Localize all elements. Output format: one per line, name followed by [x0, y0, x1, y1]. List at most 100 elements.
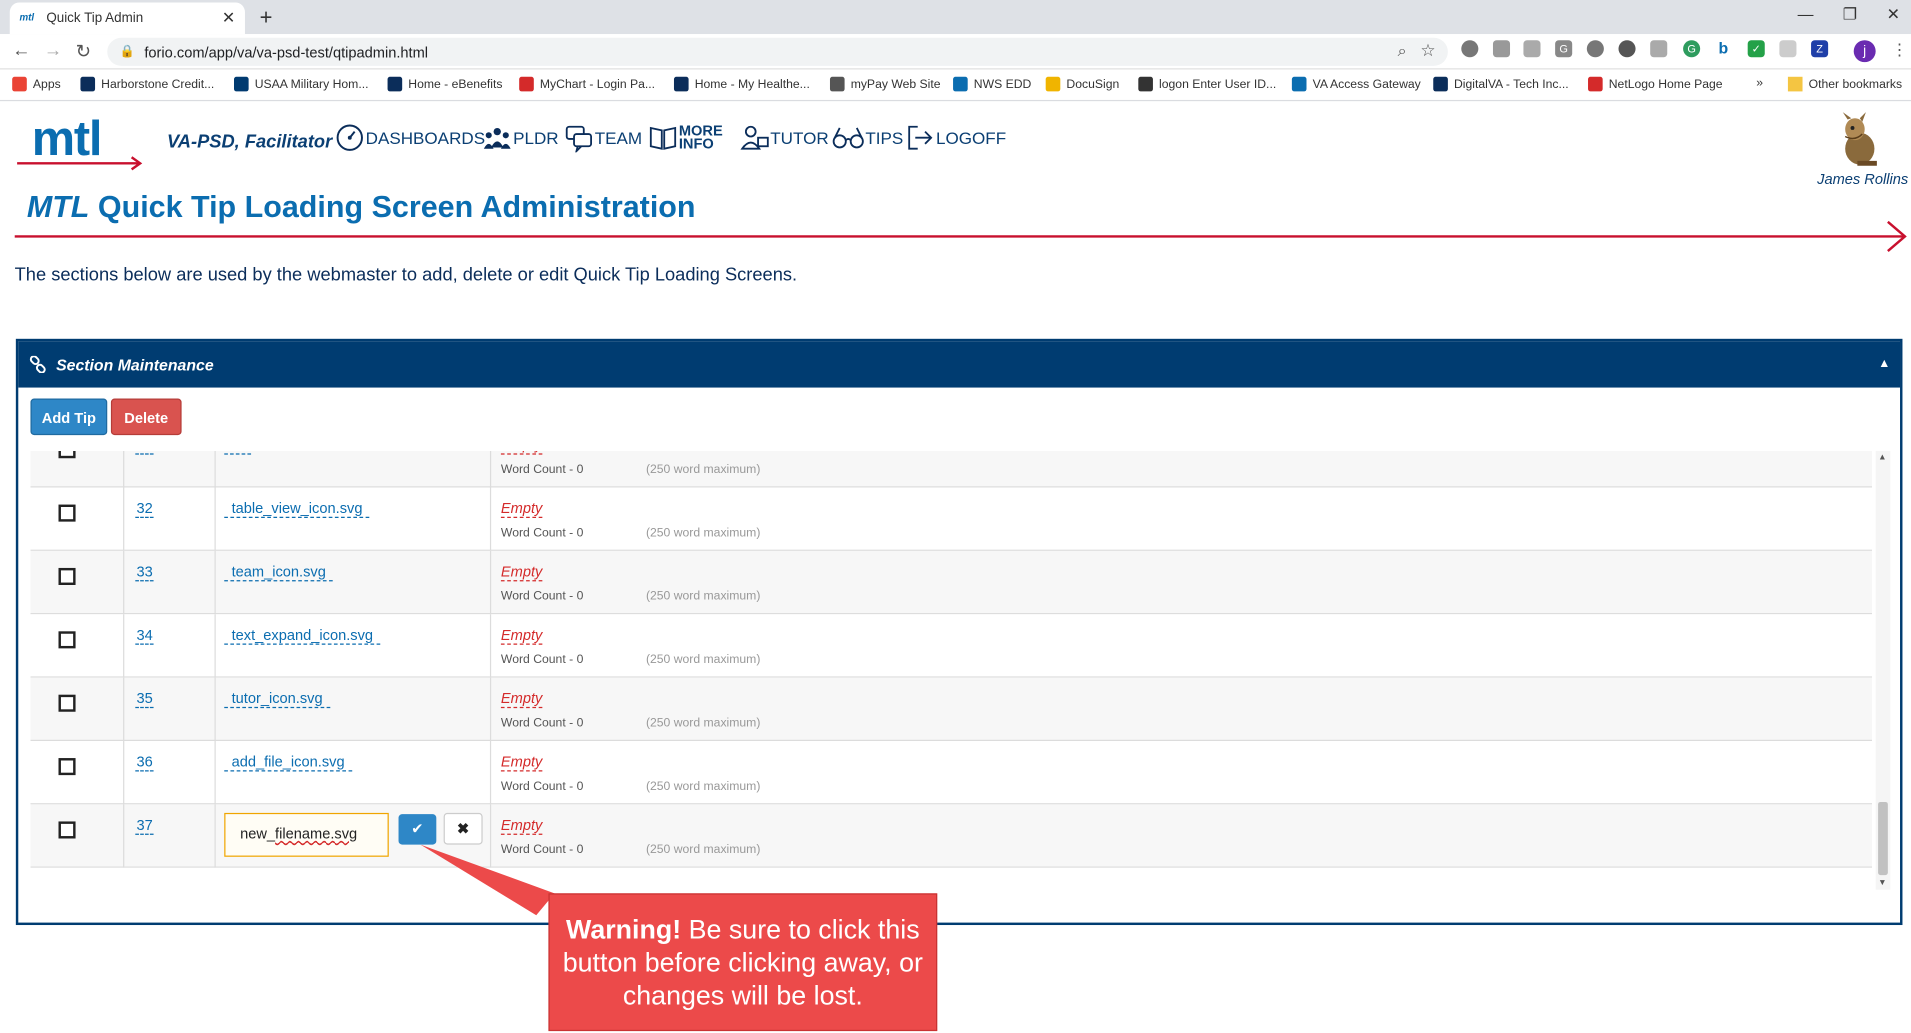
row-file-link[interactable]: ...	[224, 451, 252, 455]
profile-avatar[interactable]: j	[1853, 40, 1876, 63]
tip-text-empty-link[interactable]: Empty	[500, 753, 543, 772]
bookmark-item[interactable]: NetLogo Home Page	[1588, 76, 1723, 92]
row-id-link[interactable]: 32	[135, 500, 155, 518]
row-file-link[interactable]: team_icon.svg	[224, 563, 334, 582]
minimize-icon[interactable]: —	[1798, 5, 1814, 23]
warning-callout: Warning! Be sure to click this button be…	[548, 893, 938, 1032]
new-tab-icon[interactable]: +	[260, 5, 273, 31]
row-checkbox[interactable]	[58, 504, 76, 522]
row-file-link[interactable]: text_expand_icon.svg	[224, 626, 381, 645]
bookmark-item[interactable]: USAA Military Hom...	[234, 76, 369, 92]
back-icon[interactable]: ←	[12, 40, 30, 61]
calendar-extension-icon[interactable]	[1492, 40, 1511, 58]
row-checkbox[interactable]	[58, 567, 76, 585]
bookmark-item[interactable]: Harborstone Credit...	[80, 76, 214, 92]
row-id-link[interactable]: 33	[135, 563, 155, 582]
row-file-link[interactable]: table_view_icon.svg	[224, 500, 370, 518]
grammarly-extension-icon[interactable]: G	[1683, 40, 1701, 58]
table-scrollbar[interactable]: ▲ ▼	[1875, 450, 1891, 890]
row-id-link[interactable]: 31	[135, 451, 155, 455]
word-count-label: Word Count -	[500, 526, 574, 540]
row-checkbox[interactable]	[58, 821, 76, 839]
scrollbar-thumb[interactable]	[1878, 801, 1888, 876]
row-file-link[interactable]: add_file_icon.svg	[224, 753, 352, 772]
word-count-label: Word Count -	[500, 463, 574, 477]
extension-icon[interactable]	[1586, 40, 1604, 58]
tip-text-empty-link[interactable]: Empty	[500, 690, 543, 709]
bookmark-item[interactable]: MyChart - Login Pa...	[519, 76, 655, 92]
scroll-down-icon[interactable]: ▼	[1878, 879, 1886, 888]
word-count-label: Word Count -	[500, 716, 574, 731]
extension-icon[interactable]	[1618, 40, 1636, 58]
bing-extension-icon[interactable]: b	[1714, 40, 1732, 58]
bookmark-item[interactable]: logon Enter User ID...	[1138, 76, 1277, 92]
delete-button[interactable]: Delete	[110, 398, 182, 436]
g-extension-icon[interactable]: G	[1555, 40, 1573, 58]
tip-text-empty-link[interactable]: Empty	[500, 563, 543, 582]
bookmark-label: logon Enter User ID...	[1159, 77, 1277, 91]
nav-pldr[interactable]: PLDR	[483, 123, 559, 152]
bookmark-item[interactable]: Apps	[12, 76, 61, 92]
bookmark-item[interactable]: VA Access Gateway	[1291, 76, 1421, 92]
row-checkbox[interactable]	[58, 694, 76, 712]
filename-edit-value-rest: filename.svg	[275, 825, 358, 843]
add-tip-button[interactable]: Add Tip	[30, 398, 108, 436]
bookmark-item[interactable]: NWS EDD	[953, 76, 1031, 92]
nav-team[interactable]: TEAM	[564, 123, 642, 153]
id-cell: 34	[124, 614, 216, 678]
row-file-link[interactable]: tutor_icon.svg	[224, 690, 330, 709]
bookmark-label: Home - My Healthe...	[694, 77, 810, 91]
nav-dashboards[interactable]: DASHBOARDS	[335, 123, 485, 152]
scroll-up-icon[interactable]: ▲	[1878, 453, 1886, 462]
document-extension-icon[interactable]	[1779, 40, 1797, 58]
nav-more-info[interactable]: MORE INFO	[648, 123, 723, 152]
bookmark-item[interactable]: Home - My Healthe...	[673, 76, 810, 92]
reload-icon[interactable]: ↻	[76, 40, 91, 62]
close-tab-icon[interactable]: ✕	[222, 9, 235, 29]
bookmark-item[interactable]: DocuSign	[1045, 76, 1120, 92]
apps-grid-icon	[12, 76, 27, 92]
checkbox-cell	[30, 741, 125, 805]
tip-text-empty-link[interactable]: Empty	[500, 817, 543, 835]
forward-icon[interactable]: →	[44, 40, 62, 61]
bookmark-item[interactable]: Home - eBenefits	[387, 76, 502, 92]
nav-tutor[interactable]: TUTOR	[740, 123, 829, 152]
restore-window-icon[interactable]: ❐	[1843, 5, 1857, 25]
tip-text-empty-link[interactable]: Empty	[500, 451, 543, 455]
bookmark-item[interactable]: myPay Web Site	[829, 76, 941, 92]
bookmark-label: DocuSign	[1066, 77, 1120, 91]
logo-arrow-graphic	[17, 156, 143, 171]
nav-logoff[interactable]: LOGOFF	[906, 123, 1006, 152]
row-checkbox[interactable]	[58, 450, 76, 459]
address-bar[interactable]: 🔒 forio.com/app/va/va-psd-test/qtipadmin…	[107, 37, 1448, 66]
row-id-link[interactable]: 37	[135, 817, 155, 835]
filename-edit-input[interactable]: new_filename.svg	[224, 812, 389, 857]
row-checkbox[interactable]	[58, 631, 76, 649]
browser-menu-icon[interactable]: ⋮	[1892, 40, 1908, 60]
panel-header[interactable]: Section Maintenance ▲	[18, 341, 1901, 388]
row-checkbox[interactable]	[58, 758, 76, 776]
row-id-link[interactable]: 34	[135, 626, 155, 645]
confirm-edit-button[interactable]: ✔	[398, 814, 437, 845]
nav-tips[interactable]: TIPS	[832, 123, 903, 152]
bookmark-star-icon[interactable]: ☆	[1420, 40, 1435, 61]
collapse-caret-icon[interactable]: ▲	[1878, 357, 1890, 370]
bookmark-item[interactable]: DigitalVA - Tech Inc...	[1433, 76, 1569, 92]
filename-edit-value-start: new_	[240, 825, 276, 843]
more-bookmarks-chevron[interactable]: »	[1756, 77, 1763, 90]
user-avatar[interactable]	[1833, 112, 1882, 168]
extension-icon[interactable]	[1523, 40, 1541, 58]
checkmark-extension-icon[interactable]: ✓	[1747, 40, 1765, 58]
z-extension-icon[interactable]: Z	[1811, 40, 1829, 58]
extension-icon[interactable]	[1461, 40, 1479, 58]
tip-text-empty-link[interactable]: Empty	[500, 500, 543, 518]
extension-icon[interactable]	[1650, 40, 1668, 58]
browser-tab[interactable]: mtl Quick Tip Admin ✕	[9, 2, 245, 35]
row-id-link[interactable]: 36	[135, 753, 155, 772]
cancel-edit-button[interactable]: ✖	[443, 812, 483, 845]
close-window-icon[interactable]: ✕	[1887, 5, 1900, 25]
other-bookmarks[interactable]: Other bookmarks	[1787, 76, 1902, 92]
tip-text-empty-link[interactable]: Empty	[500, 626, 543, 645]
zoom-icon[interactable]: ⌕	[1398, 41, 1407, 61]
row-id-link[interactable]: 35	[135, 690, 155, 709]
